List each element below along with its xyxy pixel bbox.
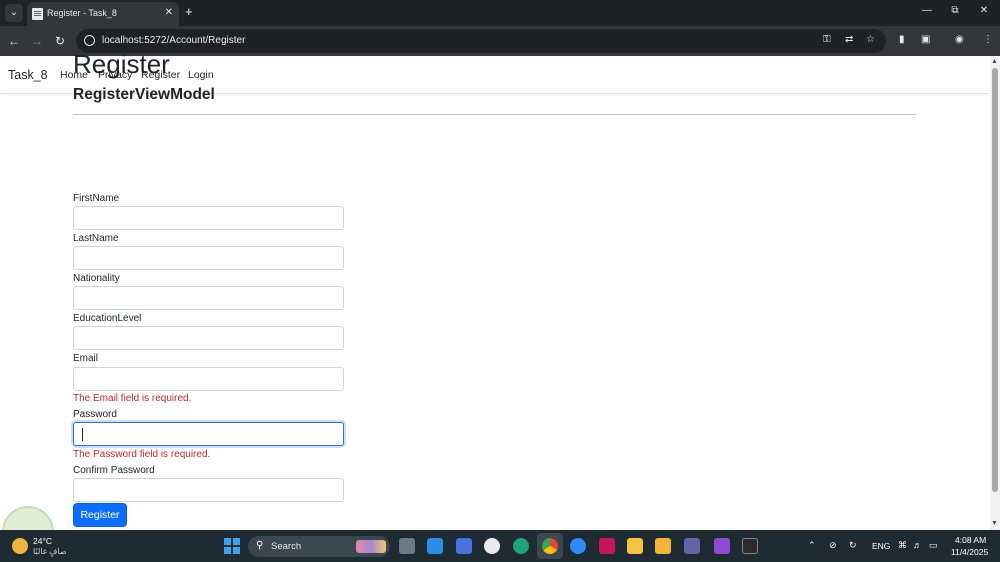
register-button[interactable]: Register	[73, 503, 127, 527]
browser-tab[interactable]: Register - Task_8 ✕	[27, 2, 179, 26]
clock-date[interactable]: 11/4/2025	[951, 547, 988, 557]
site-info-icon[interactable]	[84, 35, 95, 46]
visual-studio-icon[interactable]	[714, 538, 730, 554]
search-highlight-image	[356, 540, 386, 553]
plus-icon[interactable]: +	[185, 5, 193, 19]
clock-time[interactable]: 4:08 AM	[955, 535, 986, 545]
text-caret	[82, 428, 83, 441]
windows-start-icon[interactable]	[224, 538, 240, 554]
zoom-icon[interactable]	[570, 538, 586, 554]
firstname-label: FirstName	[73, 193, 120, 204]
confirm-password-input[interactable]	[73, 478, 344, 502]
url-text[interactable]: localhost:5272/Account/Register	[102, 35, 245, 46]
chevron-up-icon[interactable]: ⌃	[808, 540, 816, 551]
page-scrollbar[interactable]: ▲ ▼	[990, 56, 1000, 530]
taskbar-search[interactable]: ⚲ Search	[248, 536, 390, 557]
star-icon[interactable]: ☆	[866, 34, 875, 45]
educationlevel-label: EducationLevel	[73, 313, 142, 324]
password-label: Password	[73, 409, 117, 420]
nav-link-login[interactable]: Login	[188, 69, 214, 81]
divider	[73, 114, 916, 115]
weather-temperature[interactable]: 24°C	[33, 536, 52, 546]
vscode-icon[interactable]	[427, 538, 443, 554]
puzzle-icon[interactable]: ▣	[921, 34, 930, 45]
search-icon: ⚲	[256, 540, 264, 551]
password-input[interactable]	[73, 422, 344, 446]
edge-icon[interactable]	[513, 538, 529, 554]
scroll-up-icon[interactable]: ▲	[991, 58, 998, 65]
teams-icon[interactable]	[684, 538, 700, 554]
search-label: Search	[271, 541, 302, 552]
arrow-right-icon[interactable]: →	[29, 33, 45, 49]
visual-studio-code-insiders-icon[interactable]	[456, 538, 472, 554]
email-input[interactable]	[73, 367, 344, 391]
page-icon	[32, 8, 43, 20]
file-explorer-icon[interactable]	[655, 538, 671, 554]
educationlevel-input[interactable]	[73, 326, 344, 350]
page-subtitle: RegisterViewModel	[73, 86, 215, 103]
terminal-icon[interactable]	[742, 538, 758, 554]
task-view-icon[interactable]	[399, 538, 415, 554]
nationality-label: Nationality	[73, 273, 120, 284]
profile-avatar[interactable]: ◉	[955, 34, 964, 45]
translate-icon[interactable]: ⇄	[845, 34, 853, 45]
close-window-icon[interactable]: ✕	[974, 5, 994, 16]
scroll-thumb[interactable]	[992, 68, 998, 492]
app-icon[interactable]	[484, 538, 500, 554]
jetbrains-icon[interactable]	[599, 538, 615, 554]
minimize-icon[interactable]: —	[917, 5, 937, 16]
location-off-icon[interactable]: ⊘	[829, 540, 837, 551]
chrome-icon[interactable]	[542, 538, 558, 554]
sidebar-icon[interactable]: ▮	[899, 34, 905, 45]
tab-title: Register - Task_8	[47, 8, 117, 18]
email-label: Email	[73, 353, 99, 364]
browser-tabstrip: ⌄ Register - Task_8 ✕ + — ⧉ ✕	[0, 0, 1000, 26]
wifi-icon[interactable]: ⌘	[898, 540, 907, 551]
taskbar: 24°C صافٍ غالبًا ⚲ Search ⌃ ⊘ ↻ ENG ⌘ ♬ …	[0, 530, 1000, 562]
weather-icon[interactable]	[12, 538, 28, 554]
sticky-notes-icon[interactable]	[627, 538, 643, 554]
email-error: The Email field is required.	[73, 393, 192, 404]
kebab-menu-icon[interactable]: ⋮	[983, 34, 993, 45]
password-error: The Password field is required.	[73, 449, 211, 460]
scroll-down-icon[interactable]: ▼	[991, 520, 998, 527]
reload-icon[interactable]: ↻	[52, 33, 68, 49]
close-icon[interactable]: ✕	[165, 7, 173, 18]
volume-icon[interactable]: ♬	[913, 540, 922, 550]
language-indicator[interactable]: ENG	[872, 541, 890, 551]
arrow-left-icon[interactable]: ←	[6, 33, 22, 49]
sync-icon[interactable]: ↻	[849, 540, 857, 551]
restore-icon[interactable]: ⧉	[945, 5, 965, 16]
confirm-password-label: Confirm Password	[73, 465, 155, 476]
nationality-input[interactable]	[73, 286, 344, 310]
firstname-input[interactable]	[73, 206, 344, 230]
chevron-down-icon[interactable]: ⌄	[5, 4, 23, 22]
weather-description[interactable]: صافٍ غالبًا	[33, 547, 67, 556]
address-bar[interactable]: localhost:5272/Account/Register ⚿ ⇄ ☆	[76, 29, 886, 53]
navbar-brand[interactable]: Task_8	[8, 68, 48, 82]
battery-icon[interactable]: ▭	[929, 540, 938, 551]
lastname-input[interactable]	[73, 246, 344, 270]
lastname-label: LastName	[73, 233, 119, 244]
page-title: Register	[73, 49, 170, 79]
key-icon[interactable]: ⚿	[823, 34, 831, 45]
